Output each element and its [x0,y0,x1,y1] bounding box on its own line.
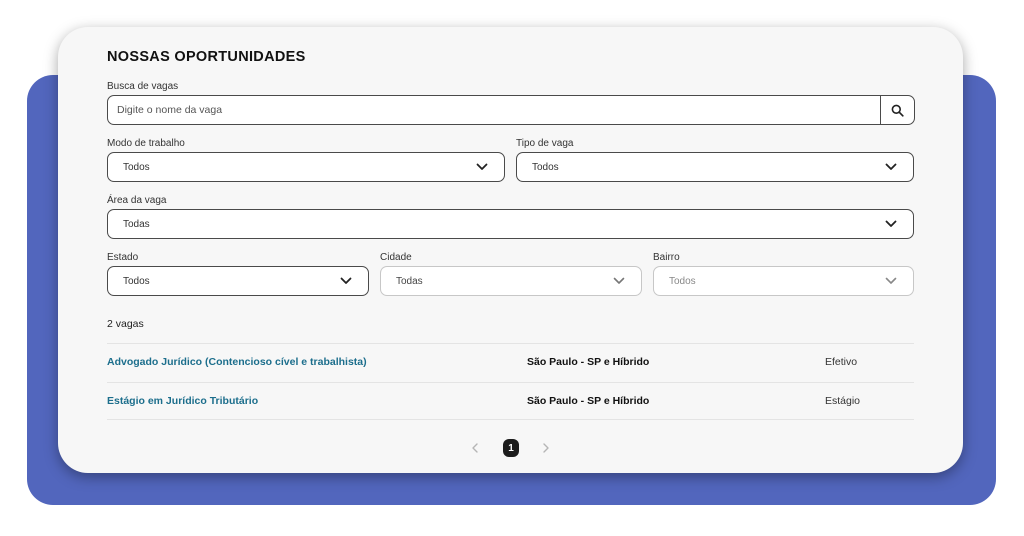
bairro-value: Todos [669,275,696,287]
job-location: São Paulo - SP e Híbrido [527,356,650,368]
tipo-vaga-value: Todos [532,161,559,173]
pagination-current-page[interactable]: 1 [503,439,519,457]
tipo-vaga-label: Tipo de vaga [516,138,574,149]
job-location: São Paulo - SP e Híbrido [527,395,650,407]
modo-trabalho-value: Todos [123,161,150,173]
modo-trabalho-select[interactable]: Todos [107,152,505,182]
opportunities-card: NOSSAS OPORTUNIDADES Busca de vagas Modo… [58,27,963,473]
area-vaga-value: Todas [123,218,150,230]
area-vaga-label: Área da vaga [107,195,167,206]
chevron-right-icon [543,443,549,453]
chevron-left-icon [472,443,478,453]
modo-trabalho-label: Modo de trabalho [107,138,185,149]
chevron-down-icon [884,160,898,174]
pagination-next-button[interactable] [539,440,553,456]
chevron-down-icon [612,274,626,288]
chevron-down-icon [884,217,898,231]
bairro-select[interactable]: Todos [653,266,914,296]
cidade-value: Todas [396,275,423,287]
search-button[interactable] [880,96,914,124]
job-row: Estágio em Jurídico Tributário São Paulo… [107,382,914,420]
bairro-label: Bairro [653,252,680,263]
estado-label: Estado [107,252,139,263]
chevron-down-icon [475,160,489,174]
area-vaga-select[interactable]: Todas [107,209,914,239]
page-title: NOSSAS OPORTUNIDADES [107,49,306,65]
estado-value: Todos [123,275,150,287]
job-row: Advogado Jurídico (Contencioso cível e t… [107,343,914,381]
tipo-vaga-select[interactable]: Todos [516,152,914,182]
search-icon [891,104,904,117]
job-type: Efetivo [825,356,858,368]
estado-select[interactable]: Todos [107,266,369,296]
chevron-down-icon [339,274,353,288]
job-title-link[interactable]: Estágio em Jurídico Tributário [107,395,258,407]
job-type: Estágio [825,395,861,407]
chevron-down-icon [884,274,898,288]
search-input[interactable] [108,95,880,125]
search-box [107,95,915,125]
pagination-prev-button[interactable] [468,440,482,456]
search-label: Busca de vagas [107,81,179,92]
job-title-link[interactable]: Advogado Jurídico (Contencioso cível e t… [107,356,367,368]
cidade-label: Cidade [380,252,412,263]
results-count: 2 vagas [107,318,144,330]
cidade-select[interactable]: Todas [380,266,642,296]
